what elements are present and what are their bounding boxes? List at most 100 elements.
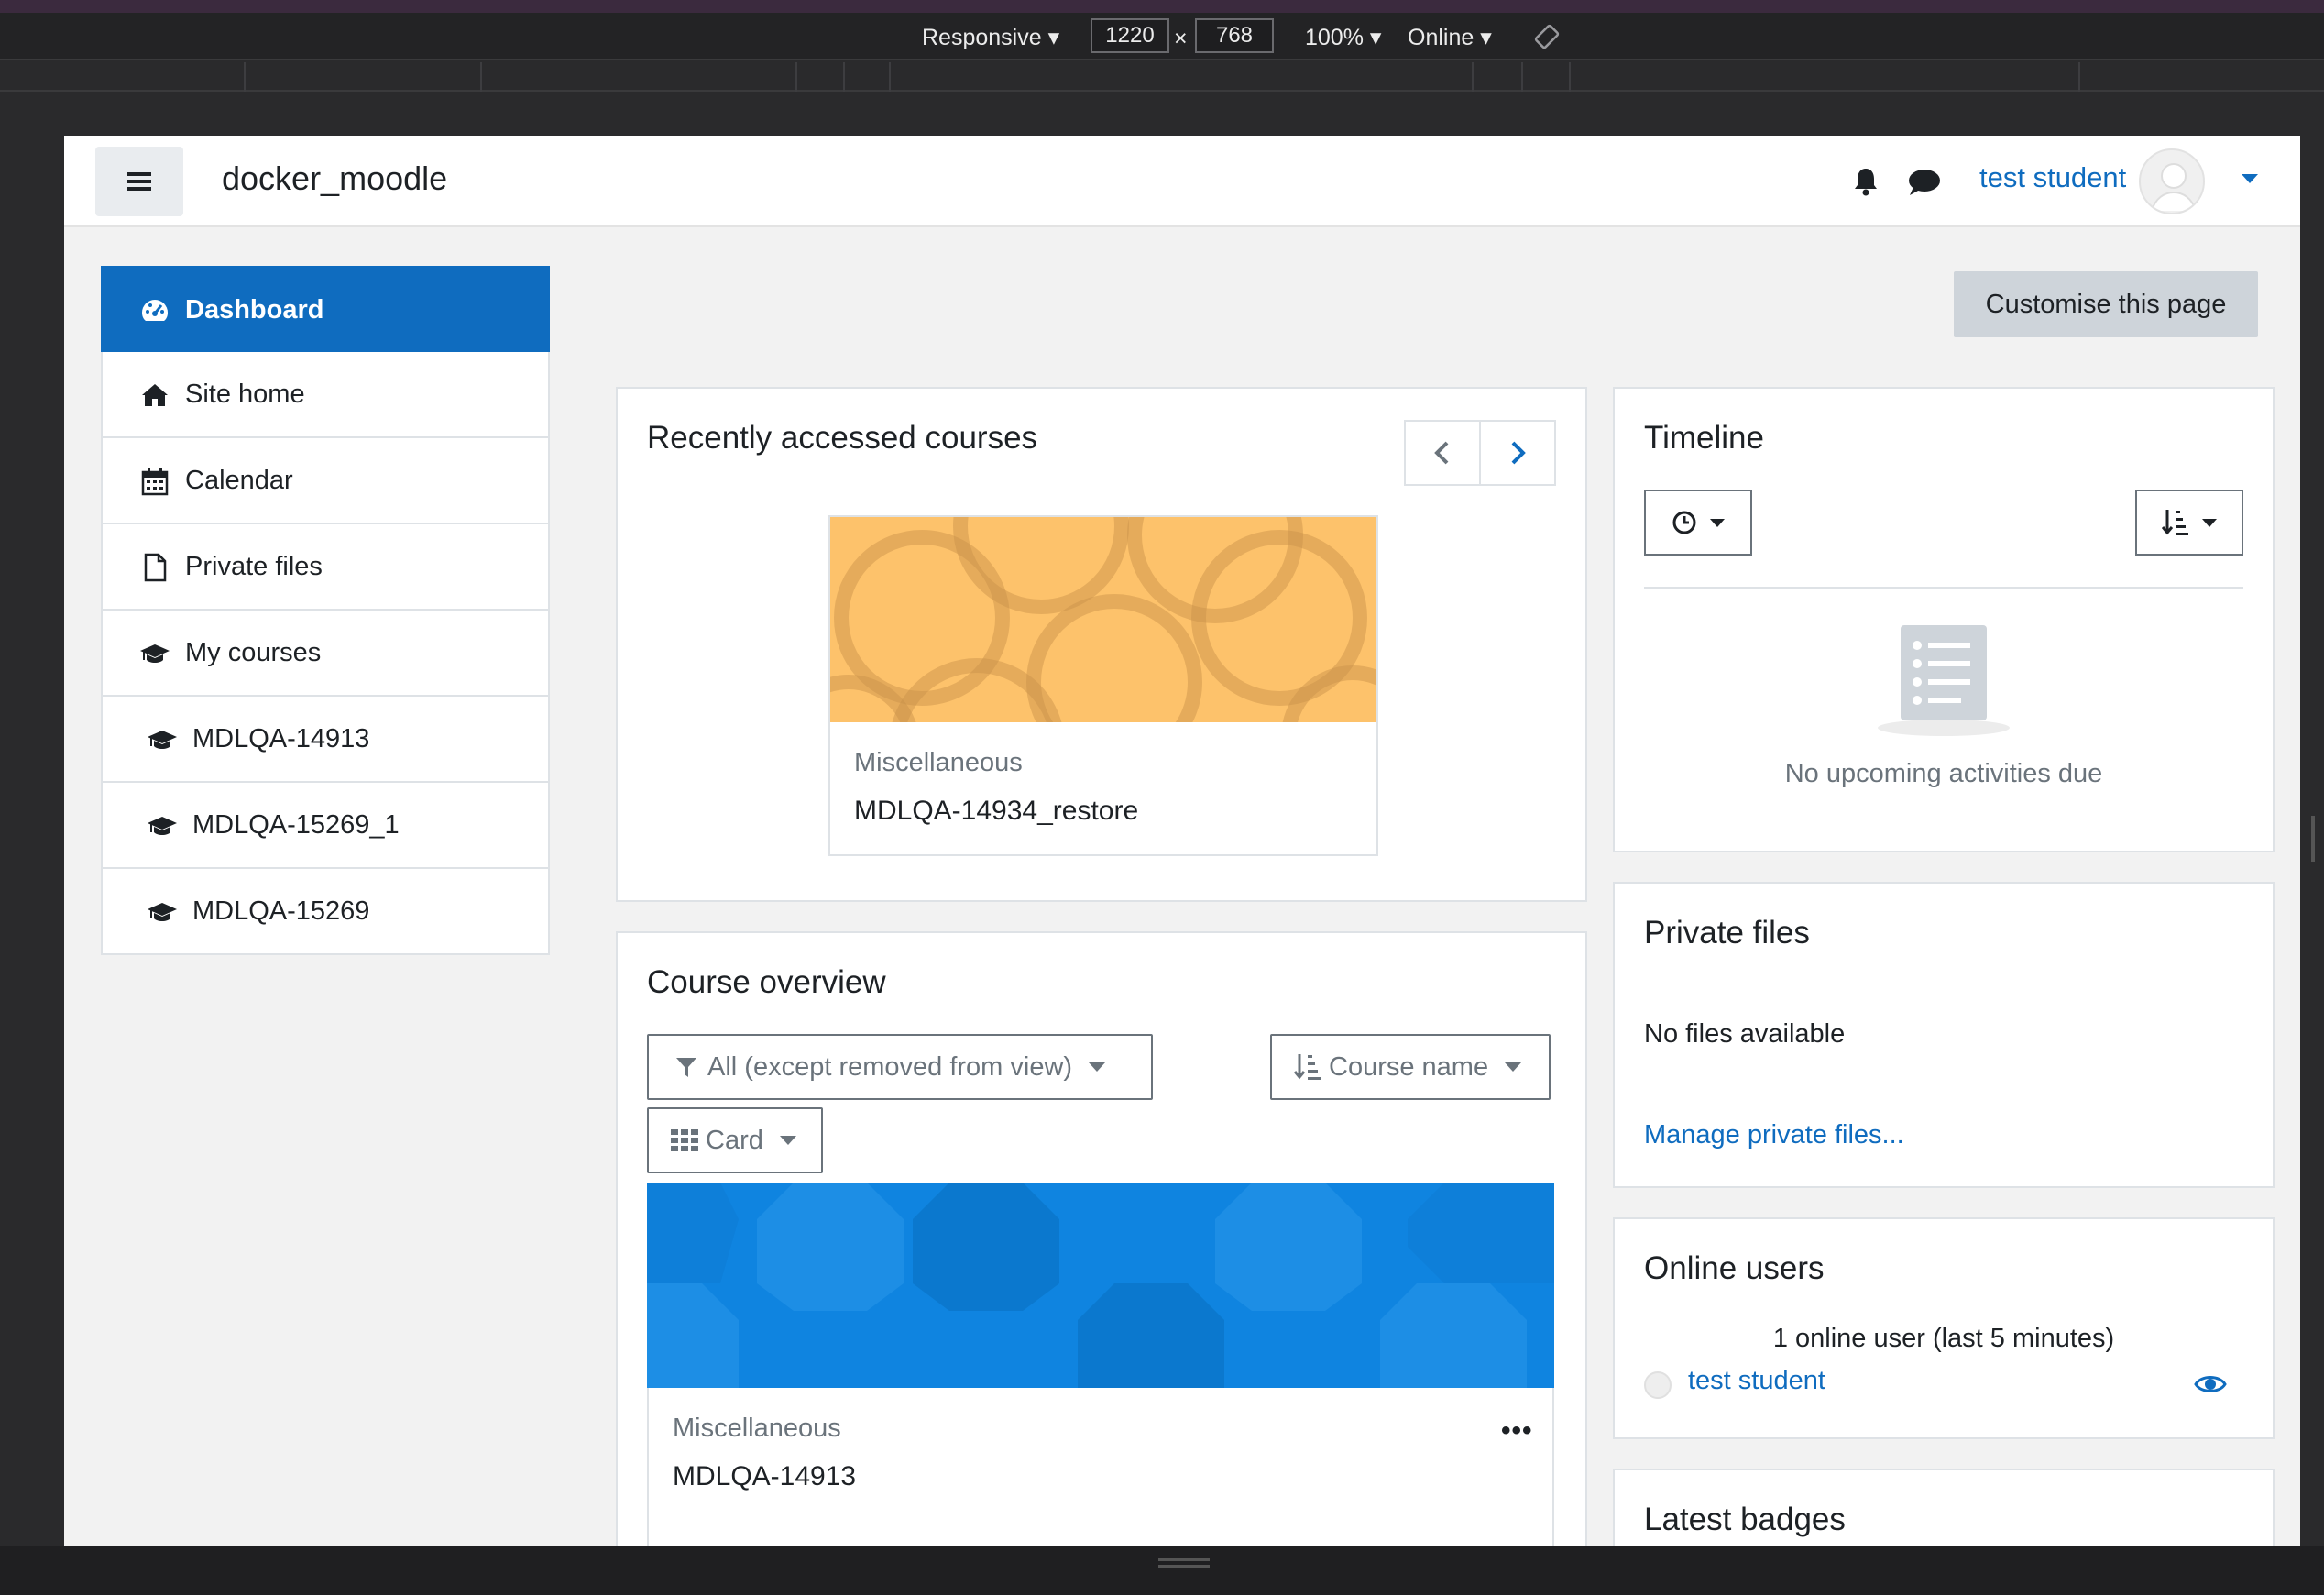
nav-item-dashboard[interactable]: Dashboard <box>101 266 550 352</box>
chevron-right-icon <box>1511 441 1526 465</box>
network-label: Online <box>1408 25 1474 50</box>
dropdown-label: Card <box>706 1125 763 1155</box>
resize-bar[interactable] <box>0 1546 2324 1595</box>
resize-grip[interactable] <box>1158 1558 1210 1568</box>
recent-course-card[interactable]: Miscellaneous MDLQA-14934_restore <box>828 515 1378 856</box>
drawer-toggle-button[interactable] <box>95 147 183 216</box>
caret-down-icon <box>1089 1062 1106 1072</box>
graduation-cap-icon <box>148 903 177 921</box>
responsive-toolbar: Responsive ▾ 1220 × 768 100% ▾ Online ▾ <box>0 13 2324 60</box>
nav-item-private-files[interactable]: Private files <box>101 524 550 610</box>
nav-drawer: Dashboard Site home Calendar Private fil… <box>64 229 586 1546</box>
block-title: Recently accessed courses <box>647 420 1038 456</box>
course-category: Miscellaneous <box>673 1414 841 1443</box>
caret-down-icon <box>2202 518 2217 527</box>
nav-item-label: Calendar <box>185 466 293 495</box>
dropdown-label: Course name <box>1329 1051 1489 1082</box>
block-title: Private files <box>1644 915 1810 951</box>
grouping-filter-dropdown[interactable]: All (except removed from view) <box>647 1034 1153 1100</box>
online-user-link[interactable]: test student <box>1688 1366 1825 1396</box>
timeline-day-filter[interactable] <box>1644 490 1752 556</box>
course-actions-menu[interactable]: ••• <box>1501 1415 1533 1446</box>
zoom-selector[interactable]: 100% ▾ <box>1305 24 1381 51</box>
side-resize-grip[interactable] <box>2311 816 2315 862</box>
width-input[interactable]: 1220 <box>1091 18 1169 53</box>
graduation-cap-icon <box>140 644 170 663</box>
user-menu-caret-icon[interactable] <box>2242 174 2258 183</box>
course-category: Miscellaneous <box>854 748 1023 777</box>
nav-item-label: MDLQA-15269_1 <box>192 810 400 840</box>
bell-icon[interactable] <box>1849 165 1882 198</box>
site-name[interactable]: docker_moodle <box>222 160 447 198</box>
nav-item-label: MDLQA-15269 <box>192 896 370 926</box>
chevron-left-icon <box>1434 441 1449 465</box>
device-label: Responsive <box>922 25 1042 50</box>
nav-item-calendar[interactable]: Calendar <box>101 438 550 524</box>
nav-item-course-mdlqa-15269-1[interactable]: MDLQA-15269_1 <box>101 783 550 869</box>
divider <box>1644 587 2243 588</box>
network-selector[interactable]: Online ▾ <box>1408 24 1492 51</box>
nav-item-label: MDLQA-14913 <box>192 724 370 754</box>
nav-list: Dashboard Site home Calendar Private fil… <box>101 266 550 955</box>
manage-private-files-link[interactable]: Manage private files... <box>1644 1120 1904 1150</box>
rotate-icon[interactable] <box>1532 22 1562 51</box>
timeline-block: Timeline No upcoming activities due <box>1613 387 2275 852</box>
course-overview-block: Course overview All (except removed from… <box>616 931 1587 1546</box>
block-title: Online users <box>1644 1250 1825 1286</box>
online-user-count: 1 online user (last 5 minutes) <box>1772 1324 2115 1353</box>
page-viewport: docker_moodle test student Dashboard Sit… <box>64 136 2300 1546</box>
course-image[interactable] <box>647 1182 1554 1388</box>
sort-icon <box>2162 510 2188 535</box>
recent-pager <box>1404 420 1556 486</box>
user-menu-name[interactable]: test student <box>1979 161 2126 194</box>
nav-item-course-mdlqa-15269[interactable]: MDLQA-15269 <box>101 869 550 955</box>
sort-dropdown[interactable]: Course name <box>1270 1034 1551 1100</box>
hamburger-icon <box>127 172 151 191</box>
nav-item-label: Site home <box>185 380 305 409</box>
caret-down-icon <box>779 1136 796 1145</box>
previous-button[interactable] <box>1406 422 1481 484</box>
nav-item-label: My courses <box>185 638 322 667</box>
caret-down-icon <box>1710 518 1725 527</box>
device-selector[interactable]: Responsive ▾ <box>922 24 1059 51</box>
latest-badges-block: Latest badges <box>1613 1468 2275 1546</box>
nav-item-site-home[interactable]: Site home <box>101 352 550 438</box>
messages-icon[interactable] <box>1906 167 1941 198</box>
block-title: Latest badges <box>1644 1502 1846 1537</box>
private-files-block: Private files No files available Manage … <box>1613 882 2275 1188</box>
next-button[interactable] <box>1481 422 1554 484</box>
nav-item-course-mdlqa-14913[interactable]: MDLQA-14913 <box>101 697 550 783</box>
online-users-block: Online users 1 online user (last 5 minut… <box>1613 1217 2275 1439</box>
no-files-message: No files available <box>1644 1019 1846 1049</box>
recently-accessed-block: Recently accessed courses Miscellaneous … <box>616 387 1587 902</box>
caret-down-icon <box>1505 1062 1522 1072</box>
window-top-strip <box>0 0 2324 13</box>
file-icon <box>144 553 167 582</box>
timeline-sort-filter[interactable] <box>2135 490 2243 556</box>
filter-icon <box>676 1058 696 1077</box>
dimension-separator: × <box>1174 26 1188 51</box>
top-navbar: docker_moodle test student <box>64 136 2300 227</box>
block-title: Timeline <box>1644 420 1764 456</box>
main-region: Customise this page Recently accessed co… <box>588 229 2300 1546</box>
eye-icon[interactable] <box>2194 1371 2227 1397</box>
course-image[interactable] <box>830 517 1376 722</box>
course-name-link[interactable]: MDLQA-14913 <box>673 1461 856 1492</box>
clock-icon <box>1672 511 1696 534</box>
graduation-cap-icon <box>148 817 177 835</box>
height-input[interactable]: 768 <box>1195 18 1274 53</box>
zoom-label: 100% <box>1305 25 1364 50</box>
view-dropdown[interactable]: Card <box>647 1107 823 1173</box>
dropdown-label: All (except removed from view) <box>707 1051 1073 1082</box>
home-icon <box>142 384 168 406</box>
avatar[interactable] <box>2139 148 2205 214</box>
course-name-link[interactable]: MDLQA-14934_restore <box>854 796 1138 827</box>
sort-icon <box>1294 1054 1321 1080</box>
customise-page-button[interactable]: Customise this page <box>1954 271 2258 337</box>
nav-item-label: Private files <box>185 552 323 581</box>
nav-item-my-courses[interactable]: My courses <box>101 610 550 697</box>
calendar-icon <box>141 468 169 496</box>
graduation-cap-icon <box>148 731 177 749</box>
nav-item-label: Dashboard <box>185 295 324 324</box>
timeline-empty-message: No upcoming activities due <box>1784 759 2103 788</box>
